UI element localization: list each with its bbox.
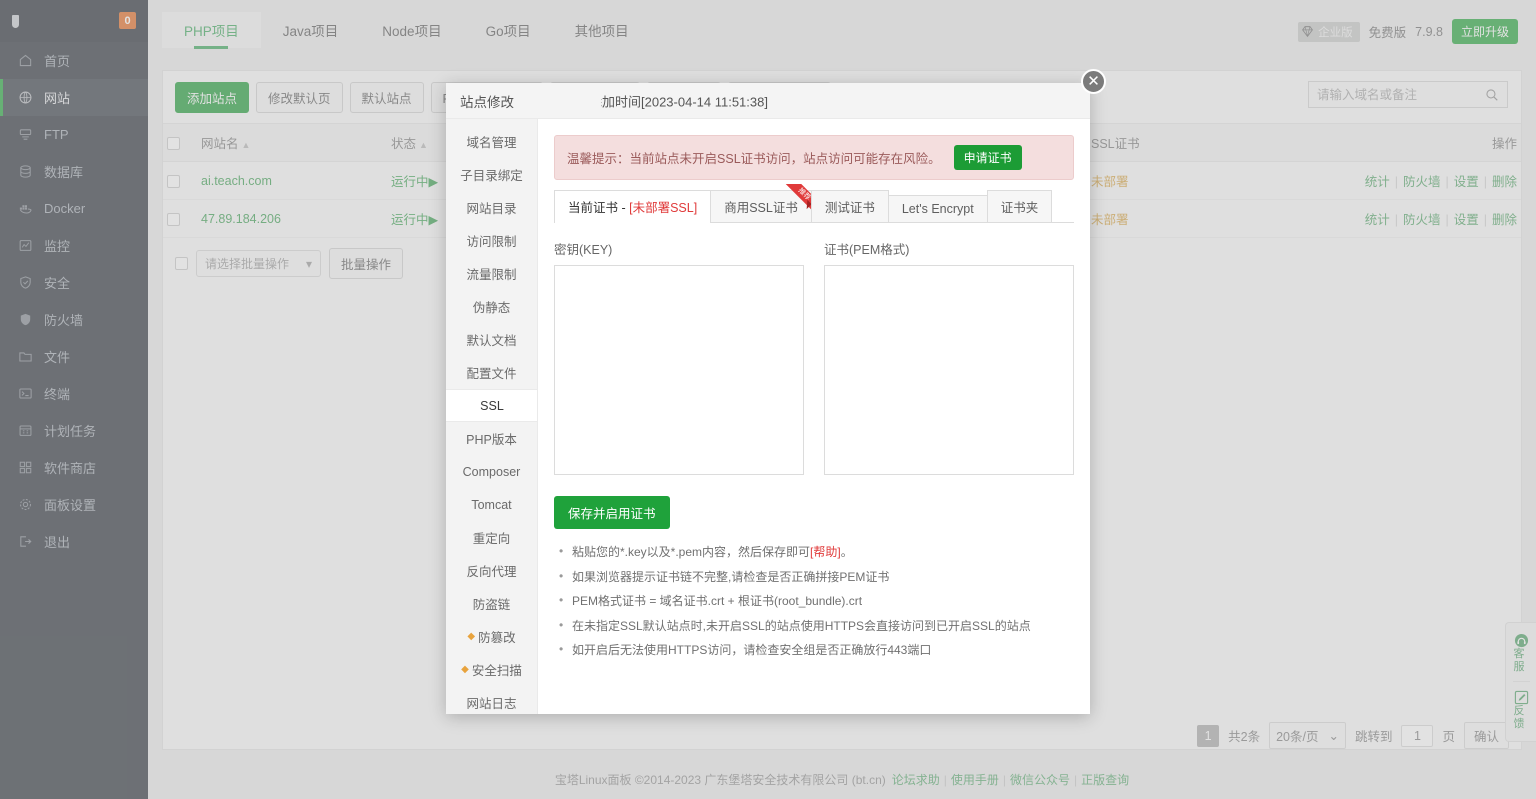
modal-nav-item-6[interactable]: 默认文档 [446, 323, 537, 356]
modal-nav-item-7[interactable]: 配置文件 [446, 356, 537, 389]
modal-nav-item-12[interactable]: 重定向 [446, 521, 537, 554]
ssl-hint-3: 在未指定SSL默认站点时,未开启SSL的站点使用HTTPS会直接访问到已开启SS… [558, 619, 1074, 635]
hint-text: 如果浏览器提示证书链不完整,请检查是否正确拼接PEM证书 [572, 570, 889, 584]
modal-nav-item-4[interactable]: 流量限制 [446, 257, 537, 290]
modal-header: 站点修改 添加时间[2023-04-14 11:51:38] ✕ [446, 83, 1090, 119]
modal-nav-label: 子目录绑定 [460, 165, 523, 184]
ssl-warning-text: 温馨提示：当前站点未开启SSL证书访问，站点访问可能存在风险。 [567, 148, 941, 167]
modal-nav-label: 防盗链 [473, 594, 511, 613]
modal-nav-item-13[interactable]: 反向代理 [446, 554, 537, 587]
modal-nav-item-9[interactable]: PHP版本 [446, 422, 537, 455]
modal-nav-item-2[interactable]: 网站目录 [446, 191, 537, 224]
gem-icon: ◆ [461, 664, 469, 675]
key-label: 密钥(KEY) [554, 239, 804, 258]
save-certificate-button[interactable]: 保存并启用证书 [554, 496, 670, 529]
site-edit-modal: 站点修改 添加时间[2023-04-14 11:51:38] ✕ 域名管理子目录… [446, 83, 1090, 714]
modal-nav-label: 安全扫描 [472, 660, 522, 679]
ssl-tab-label: 测试证书 [825, 201, 875, 215]
ssl-tab-4[interactable]: 证书夹 [987, 190, 1053, 222]
gem-icon: ◆ [467, 631, 475, 642]
ssl-tab-1[interactable]: 商用SSL证书推荐 [710, 190, 812, 222]
modal-nav-label: 默认文档 [466, 330, 516, 349]
ssl-warning-body: 当前站点未开启SSL证书访问，站点访问可能存在风险。 [630, 152, 941, 166]
ssl-tab-3[interactable]: Let's Encrypt [888, 195, 988, 222]
ssl-tab-status: [未部署SSL] [629, 201, 697, 215]
modal-nav-label: Composer [463, 465, 521, 479]
modal-nav-item-8[interactable]: SSL [446, 389, 538, 422]
ssl-tab-label: 当前证书 - [568, 201, 629, 215]
ssl-panel: 温馨提示：当前站点未开启SSL证书访问，站点访问可能存在风险。 申请证书 当前证… [538, 119, 1090, 714]
ssl-tab-0[interactable]: 当前证书 - [未部署SSL] [554, 190, 711, 223]
cert-label: 证书(PEM格式) [824, 239, 1074, 258]
modal-nav-item-16[interactable]: ◆安全扫描 [446, 653, 537, 686]
apply-certificate-button[interactable]: 申请证书 [954, 145, 1022, 170]
modal-nav-item-0[interactable]: 域名管理 [446, 125, 537, 158]
hint-text: 在未指定SSL默认站点时,未开启SSL的站点使用HTTPS会直接访问到已开启SS… [572, 619, 1031, 633]
modal-nav-label: SSL [480, 399, 504, 413]
ssl-tab-label: 证书夹 [1001, 201, 1039, 215]
modal-nav-label: 流量限制 [466, 264, 516, 283]
modal-nav-item-15[interactable]: ◆防篡改 [446, 620, 537, 653]
hint-text: 如开启后无法使用HTTPS访问，请检查安全组是否正确放行443端口 [572, 643, 931, 657]
modal-nav-label: 配置文件 [466, 363, 516, 382]
key-field-group: 密钥(KEY) [554, 239, 804, 478]
cert-field-group: 证书(PEM格式) [824, 239, 1074, 478]
modal-nav-label: PHP版本 [466, 429, 517, 448]
modal-nav-label: 网站日志 [466, 693, 516, 712]
help-link[interactable]: [帮助] [810, 545, 841, 559]
hint-text: 粘贴您的*.key以及*.pem内容，然后保存即可 [572, 545, 810, 559]
modal-nav-label: 反向代理 [466, 561, 516, 580]
ssl-hints-list: 粘贴您的*.key以及*.pem内容，然后保存即可[帮助]。如果浏览器提示证书链… [558, 545, 1074, 659]
modal-nav-item-5[interactable]: 伪静态 [446, 290, 537, 323]
close-icon[interactable]: ✕ [1081, 69, 1106, 94]
hint-text: PEM格式证书 = 域名证书.crt + 根证书(root_bundle).cr… [572, 594, 862, 608]
ssl-fields: 密钥(KEY) 证书(PEM格式) [554, 239, 1074, 478]
ssl-tab-label: 商用SSL证书 [724, 201, 798, 215]
modal-nav-item-14[interactable]: 防盗链 [446, 587, 537, 620]
ssl-warning-prefix: 温馨提示： [567, 152, 630, 166]
modal-nav-label: 域名管理 [466, 132, 516, 151]
modal-nav-label: 访问限制 [466, 231, 516, 250]
ssl-hint-1: 如果浏览器提示证书链不完整,请检查是否正确拼接PEM证书 [558, 570, 1074, 586]
modal-nav-label: 伪静态 [473, 297, 511, 316]
ssl-tab-label: Let's Encrypt [902, 202, 974, 216]
app-root: 0 首页网站FTP数据库Docker监控安全防火墙文件终端计划任务软件商店面板设… [0, 0, 1536, 799]
modal-subtitle: 添加时间[2023-04-14 11:51:38] [601, 91, 931, 110]
key-textarea[interactable] [554, 265, 804, 475]
ssl-tab-2[interactable]: 测试证书 [811, 190, 889, 222]
modal-nav-item-17[interactable]: 网站日志 [446, 686, 537, 714]
ssl-warning-banner: 温馨提示：当前站点未开启SSL证书访问，站点访问可能存在风险。 申请证书 [554, 135, 1074, 180]
modal-nav-label: 网站目录 [466, 198, 516, 217]
modal-title: 站点修改 [460, 91, 526, 111]
cert-textarea[interactable] [824, 265, 1074, 475]
modal-sidebar-nav: 域名管理子目录绑定网站目录访问限制流量限制伪静态默认文档配置文件 SSL PHP版本… [446, 119, 538, 714]
modal-nav-item-11[interactable]: Tomcat [446, 488, 537, 521]
modal-nav-label: 防篡改 [478, 627, 516, 646]
ssl-hint-0: 粘贴您的*.key以及*.pem内容，然后保存即可[帮助]。 [558, 545, 1074, 561]
modal-nav-item-1[interactable]: 子目录绑定 [446, 158, 537, 191]
modal-nav-label: Tomcat [471, 498, 511, 512]
modal-nav-item-10[interactable]: Composer [446, 455, 537, 488]
modal-body: 域名管理子目录绑定网站目录访问限制流量限制伪静态默认文档配置文件 SSL PHP版本… [446, 119, 1090, 714]
modal-nav-item-3[interactable]: 访问限制 [446, 224, 537, 257]
ssl-hint-2: PEM格式证书 = 域名证书.crt + 根证书(root_bundle).cr… [558, 594, 1074, 610]
modal-nav-label: 重定向 [473, 528, 511, 547]
ssl-hint-4: 如开启后无法使用HTTPS访问，请检查安全组是否正确放行443端口 [558, 643, 1074, 659]
hint-suffix: 。 [841, 545, 853, 559]
ssl-tabs: 当前证书 - [未部署SSL]商用SSL证书推荐测试证书Let's Encryp… [554, 192, 1074, 223]
